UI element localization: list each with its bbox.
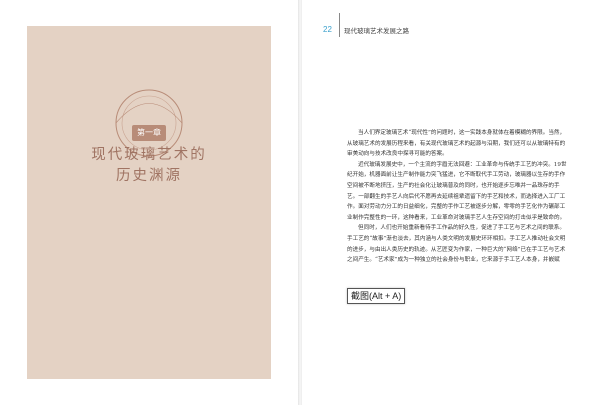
running-header: 现代玻璃艺术发展之路 xyxy=(344,27,409,35)
book-spread: 第一章 现代玻璃艺术的 历史渊源 22 现代玻璃艺术发展之路 当人们界定玻璃艺术… xyxy=(0,0,600,405)
page-number: 22 xyxy=(323,25,332,34)
paragraph: 但同时，人们也开始重新看待手工作品的好久性，促进了手工艺与艺术之间的联系。手工艺… xyxy=(347,225,566,264)
left-page: 第一章 现代玻璃艺术的 历史渊源 xyxy=(0,0,298,405)
right-page: 22 现代玻璃艺术发展之路 当人们界定玻璃艺术“现代性”的问题时，这一实践本身就… xyxy=(302,0,600,405)
chapter-cover-panel: 第一章 现代玻璃艺术的 历史渊源 xyxy=(27,26,271,379)
paragraph: 当人们界定玻璃艺术“现代性”的问题时，这一实践本身就体在着模糊的界限。当然，从玻… xyxy=(347,130,566,158)
header-divider xyxy=(339,13,340,37)
chapter-subtitle: 历史渊源 xyxy=(116,168,182,184)
chapter-number-badge: 第一章 xyxy=(132,125,166,141)
chapter-title: 现代玻璃艺术的 xyxy=(91,147,207,163)
screenshot-tooltip: 截图(Alt + A) xyxy=(347,288,406,304)
body-text: 当人们界定玻璃艺术“现代性”的问题时，这一实践本身就体在着模糊的界限。当然，从玻… xyxy=(347,128,567,266)
paragraph: 近代玻璃发展史中，一个主流的字眉无法回避：工业革命与传统手工艺的冲突。19世纪开… xyxy=(347,161,567,221)
